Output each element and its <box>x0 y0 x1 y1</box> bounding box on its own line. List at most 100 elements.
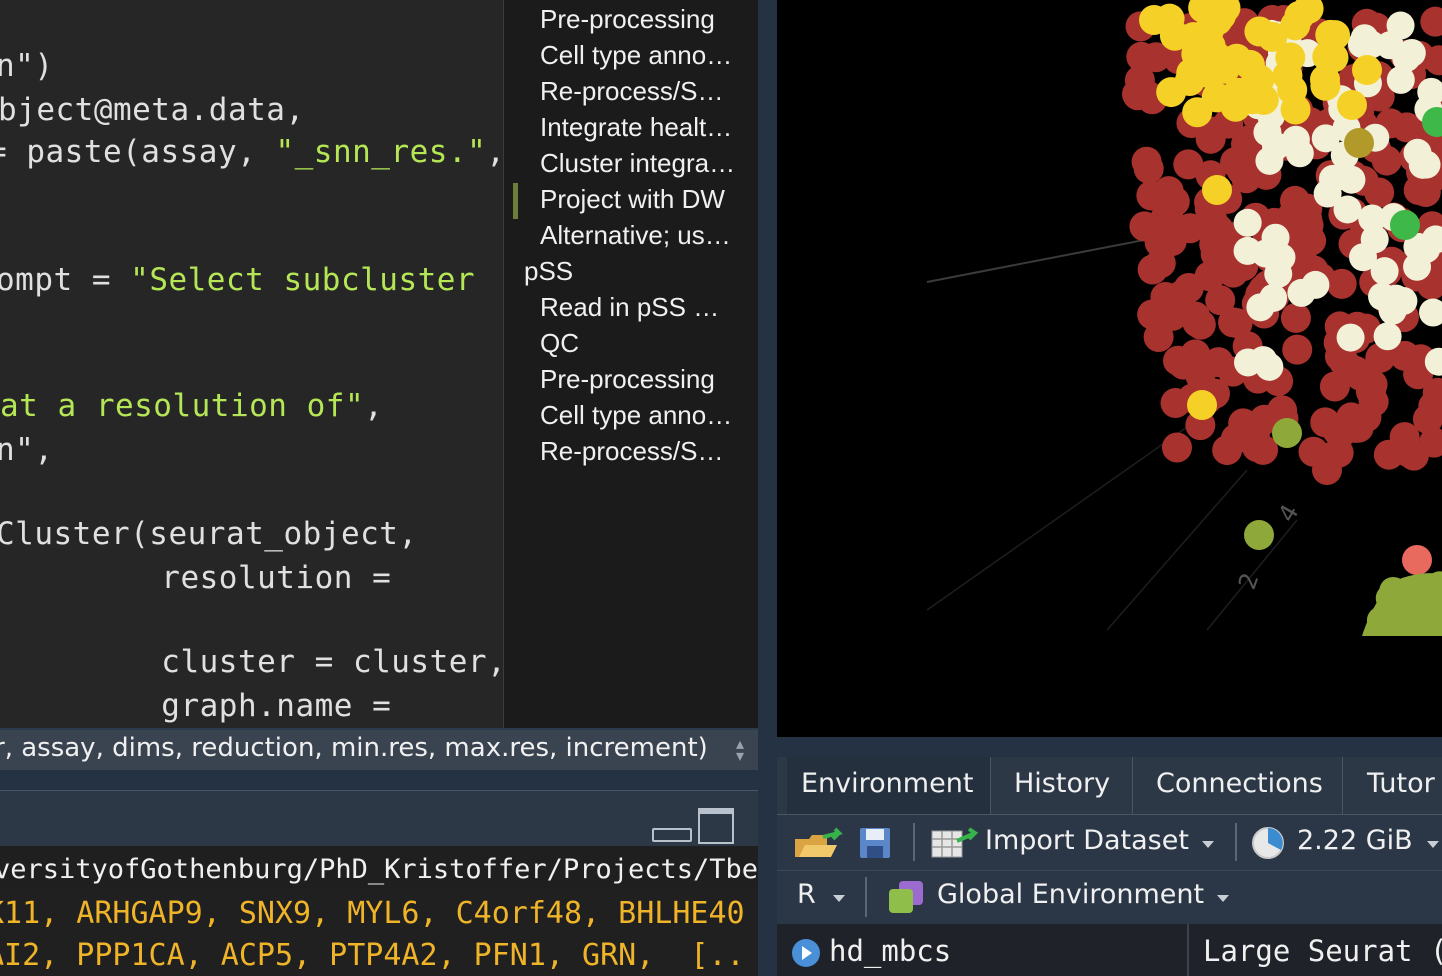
global-environment-selector[interactable]: Global Environment <box>937 879 1204 910</box>
plot-point <box>1244 64 1275 95</box>
plot-viewer[interactable]: 42 <box>777 0 1442 737</box>
code-string: "_snn_res." <box>275 134 487 170</box>
plot-axis-tick-label: 4 <box>1273 500 1305 527</box>
load-workspace-icon[interactable] <box>793 827 845 861</box>
object-name[interactable]: hd_mbcs <box>829 934 951 968</box>
tab-tutorial[interactable]: Tutor <box>1353 757 1442 814</box>
code-line[interactable]: n") <box>0 48 54 84</box>
code-editor[interactable]: n") bject@meta.data, = paste(assay, "_sn… <box>0 0 503 728</box>
outline-item[interactable]: Pre-processing <box>540 4 715 35</box>
outline-item[interactable]: Cell type anno… <box>540 400 732 431</box>
plot-point <box>1133 153 1164 184</box>
chevron-down-icon[interactable] <box>1217 895 1229 902</box>
pane-divider[interactable] <box>0 770 758 790</box>
code-line[interactable]: = paste(assay, "_snn_res.", <box>0 134 503 170</box>
plot-point <box>1244 16 1275 47</box>
plot-point <box>1337 90 1367 120</box>
outline-item[interactable]: Cell type anno… <box>540 40 732 71</box>
memory-usage-label[interactable]: 2.22 GiB <box>1297 825 1413 856</box>
plot-point <box>1280 302 1311 333</box>
plot-point <box>1124 65 1155 96</box>
working-directory-path[interactable]: versityofGothenburg/PhD_Kristoffer/Proje… <box>0 854 758 885</box>
plot-point <box>1420 6 1442 37</box>
plot-point <box>1364 177 1395 208</box>
plot-point <box>1264 259 1293 288</box>
environment-scope-bar: R Global Environment <box>777 870 1442 925</box>
plot-point <box>1255 146 1284 175</box>
object-value: Large Seurat ( <box>1203 934 1442 968</box>
import-dataset-button[interactable]: Import Dataset <box>985 825 1189 856</box>
plot-point <box>1166 279 1197 310</box>
console-output-line: AI2, PPP1CA, ACP5, PTP4A2, PFN1, GRN, [.… <box>0 938 745 973</box>
code-line[interactable]: Cluster(seurat_object, <box>0 516 418 552</box>
plot-point <box>1168 349 1199 380</box>
plot-point <box>1402 545 1432 575</box>
plot-point <box>1153 176 1184 207</box>
save-workspace-icon[interactable] <box>859 827 891 859</box>
plot-point <box>1393 597 1422 626</box>
tab-environment[interactable]: Environment <box>787 757 991 814</box>
language-selector[interactable]: R <box>797 879 816 910</box>
plot-point <box>1398 440 1429 471</box>
plot-point <box>1390 210 1420 240</box>
plot-point <box>1318 42 1349 73</box>
plot-point <box>1312 455 1342 485</box>
console-output[interactable]: K11, ARHGAP9, SNX9, MYL6, C4orf48, BHLHE… <box>0 890 758 976</box>
tab-history[interactable]: History <box>1000 757 1133 814</box>
import-dataset-icon[interactable] <box>931 827 979 859</box>
outline-item[interactable]: Integrate healt… <box>540 112 732 143</box>
tab-connections[interactable]: Connections <box>1142 757 1343 814</box>
plot-point <box>1272 418 1302 448</box>
plot-point <box>1156 226 1187 257</box>
expand-object-icon[interactable] <box>791 938 821 968</box>
toolbar-separator <box>865 877 867 917</box>
code-line[interactable]: bject@meta.data, <box>0 92 305 128</box>
plot-point <box>1313 179 1342 208</box>
plot-point <box>1311 124 1340 153</box>
environment-object-row[interactable]: hd_mbcs Large Seurat ( <box>777 924 1442 976</box>
plot-point <box>1357 369 1388 400</box>
code-line[interactable]: graph.name = <box>8 688 391 724</box>
minimize-pane-icon[interactable] <box>652 828 692 842</box>
pane-divider-vertical[interactable] <box>758 0 777 976</box>
code-text: = paste(assay, <box>0 134 276 170</box>
plot-point <box>1244 520 1274 550</box>
outline-item[interactable]: Read in pSS … <box>540 292 719 323</box>
outline-item[interactable]: pSS <box>524 256 573 287</box>
plot-point <box>1233 236 1262 265</box>
memory-usage-icon[interactable] <box>1251 826 1285 860</box>
plot-point <box>1373 322 1402 351</box>
plot-point <box>1129 211 1160 242</box>
code-line[interactable]: at a resolution of", <box>0 388 383 424</box>
outline-item[interactable]: QC <box>540 328 579 359</box>
plot-point <box>1182 38 1213 69</box>
outline-item[interactable]: Pre-processing <box>540 364 715 395</box>
outline-item[interactable]: Re-process/S… <box>540 436 724 467</box>
3d-scatter-plot[interactable]: 42 <box>777 0 1442 737</box>
plot-point <box>1173 149 1204 180</box>
chevron-down-icon[interactable] <box>833 895 845 902</box>
scroll-arrows-icon[interactable]: ▴ ▾ <box>736 736 744 764</box>
plot-point <box>1337 165 1366 194</box>
chevron-down-icon[interactable] <box>1202 841 1214 848</box>
plot-point <box>1322 415 1352 445</box>
plot-point <box>1182 97 1213 128</box>
outline-item[interactable]: Re-process/S… <box>540 76 724 107</box>
plot-point <box>1375 31 1404 60</box>
code-line[interactable]: resolution = <box>8 560 391 596</box>
plot-point <box>1336 323 1365 352</box>
code-line[interactable]: ompt = "Select subcluster <box>0 262 475 298</box>
outline-item[interactable]: Alternative; us… <box>540 220 731 251</box>
pane-divider[interactable] <box>777 737 1442 757</box>
maximize-pane-icon[interactable] <box>698 808 734 844</box>
code-line[interactable]: cluster = cluster, <box>8 644 503 680</box>
environment-toolbar: Import Dataset 2.22 GiB <box>777 815 1442 870</box>
plot-point <box>1282 334 1313 365</box>
chevron-down-icon[interactable] <box>1427 841 1439 848</box>
outline-item[interactable]: Cluster integra… <box>540 148 735 179</box>
console-output-line: K11, ARHGAP9, SNX9, MYL6, C4orf48, BHLHE… <box>0 896 745 931</box>
function-signature: r, assay, dims, reduction, min.res, max.… <box>0 733 708 763</box>
code-line[interactable]: n", <box>0 432 54 468</box>
outline-item[interactable]: Project with DW <box>540 184 725 215</box>
plot-point <box>1143 322 1174 353</box>
